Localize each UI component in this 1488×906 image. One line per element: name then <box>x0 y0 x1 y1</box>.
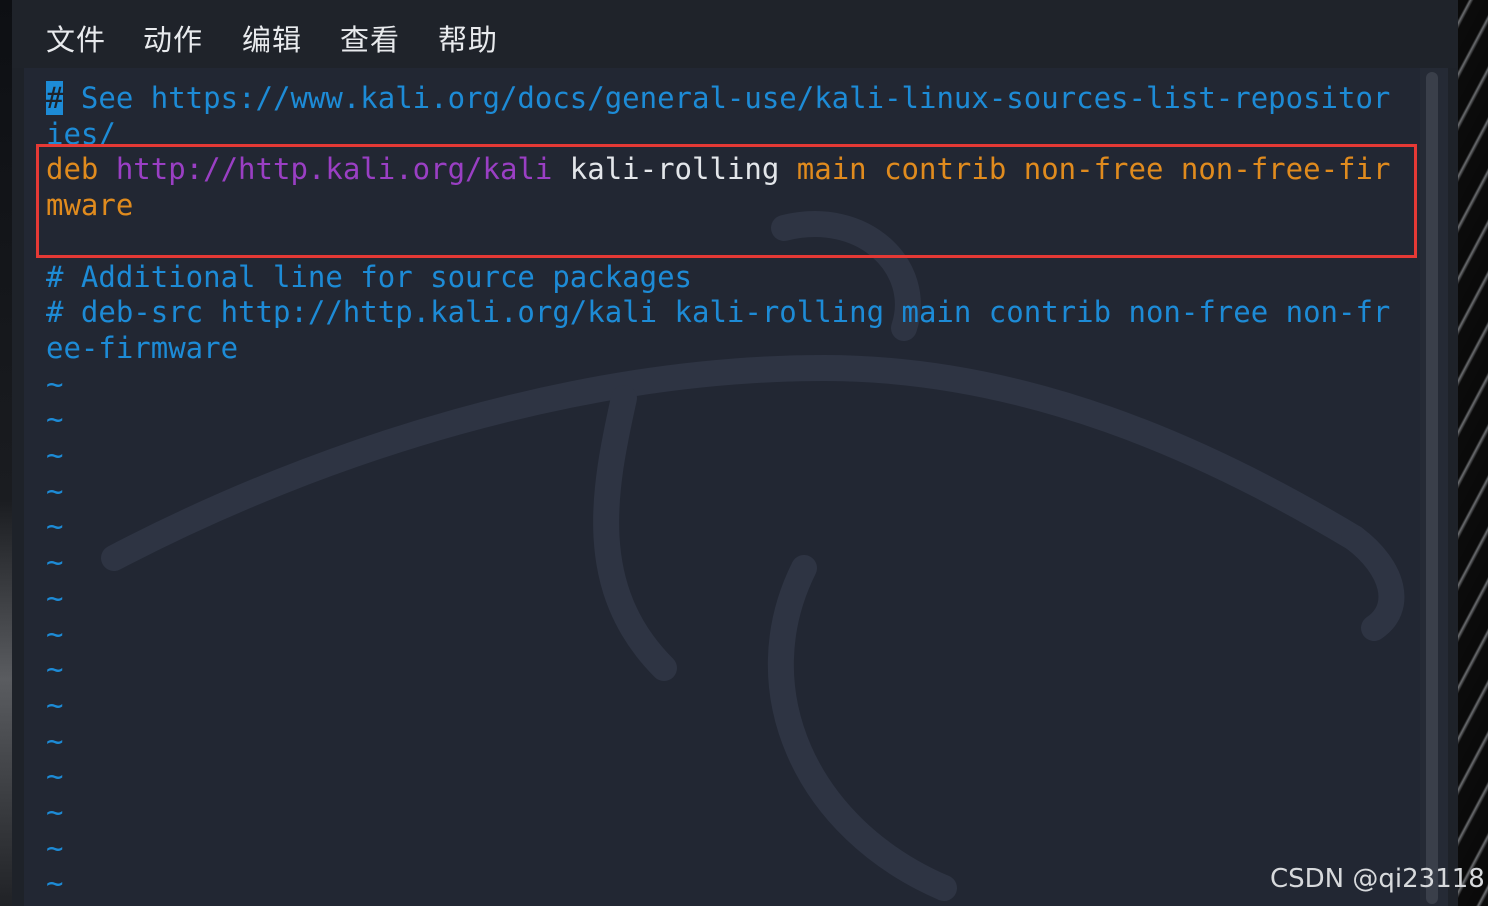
menu-edit[interactable]: 编辑 <box>242 20 302 60</box>
menu-view[interactable]: 查看 <box>340 20 400 60</box>
highlight-annotation-box <box>36 144 1417 258</box>
desktop-background-right <box>1458 0 1488 906</box>
line-segment: ee-firmware <box>46 330 239 365</box>
line-segment: See https://www.kali.org/docs/general-us… <box>63 81 1391 115</box>
editor-line: # See https://www.kali.org/docs/general-… <box>46 80 1390 116</box>
empty-line-marker: ~ <box>46 402 64 437</box>
empty-line-marker: ~ <box>46 438 64 472</box>
scrollbar-thumb[interactable] <box>1426 72 1438 904</box>
terminal-window: 文件 动作 编辑 查看 帮助 # See https://www.kali.or… <box>12 0 1458 906</box>
line-segment: # deb-src http://http.kali.org/kali kali… <box>46 295 1391 330</box>
empty-line-marker: ~ <box>46 366 64 401</box>
empty-line-marker: ~ <box>46 545 64 580</box>
menu-actions[interactable]: 动作 <box>143 20 203 60</box>
empty-line-marker: ~ <box>46 830 64 865</box>
empty-line-marker: ~ <box>46 616 64 651</box>
desktop-background-left <box>0 0 12 906</box>
empty-line-marker: ~ <box>46 473 64 508</box>
empty-line-marker: ~ <box>46 795 64 829</box>
scrollbar[interactable] <box>1420 68 1448 906</box>
menu-file[interactable]: 文件 <box>46 20 106 60</box>
text-cursor: # <box>46 81 64 115</box>
editor-line: ee-firmware <box>46 330 238 366</box>
empty-line-marker: ~ <box>46 652 64 687</box>
empty-line-marker: ~ <box>46 580 64 615</box>
menu-bar: 文件 动作 编辑 查看 帮助 <box>12 0 1458 68</box>
empty-line-marker: ~ <box>46 723 64 758</box>
line-segment: # Additional line for source packages <box>46 259 693 294</box>
menu-help[interactable]: 帮助 <box>438 20 498 60</box>
empty-line-marker: ~ <box>46 687 64 722</box>
csdn-watermark: CSDN @qi23118 <box>1270 864 1485 894</box>
empty-line-marker: ~ <box>46 509 64 544</box>
terminal-content[interactable]: # See https://www.kali.org/docs/general-… <box>24 68 1448 906</box>
editor-line: # Additional line for source packages <box>46 259 692 295</box>
empty-line-marker: ~ <box>46 866 64 901</box>
empty-line-marker: ~ <box>46 759 64 794</box>
editor-line: # deb-src http://http.kali.org/kali kali… <box>46 294 1390 330</box>
